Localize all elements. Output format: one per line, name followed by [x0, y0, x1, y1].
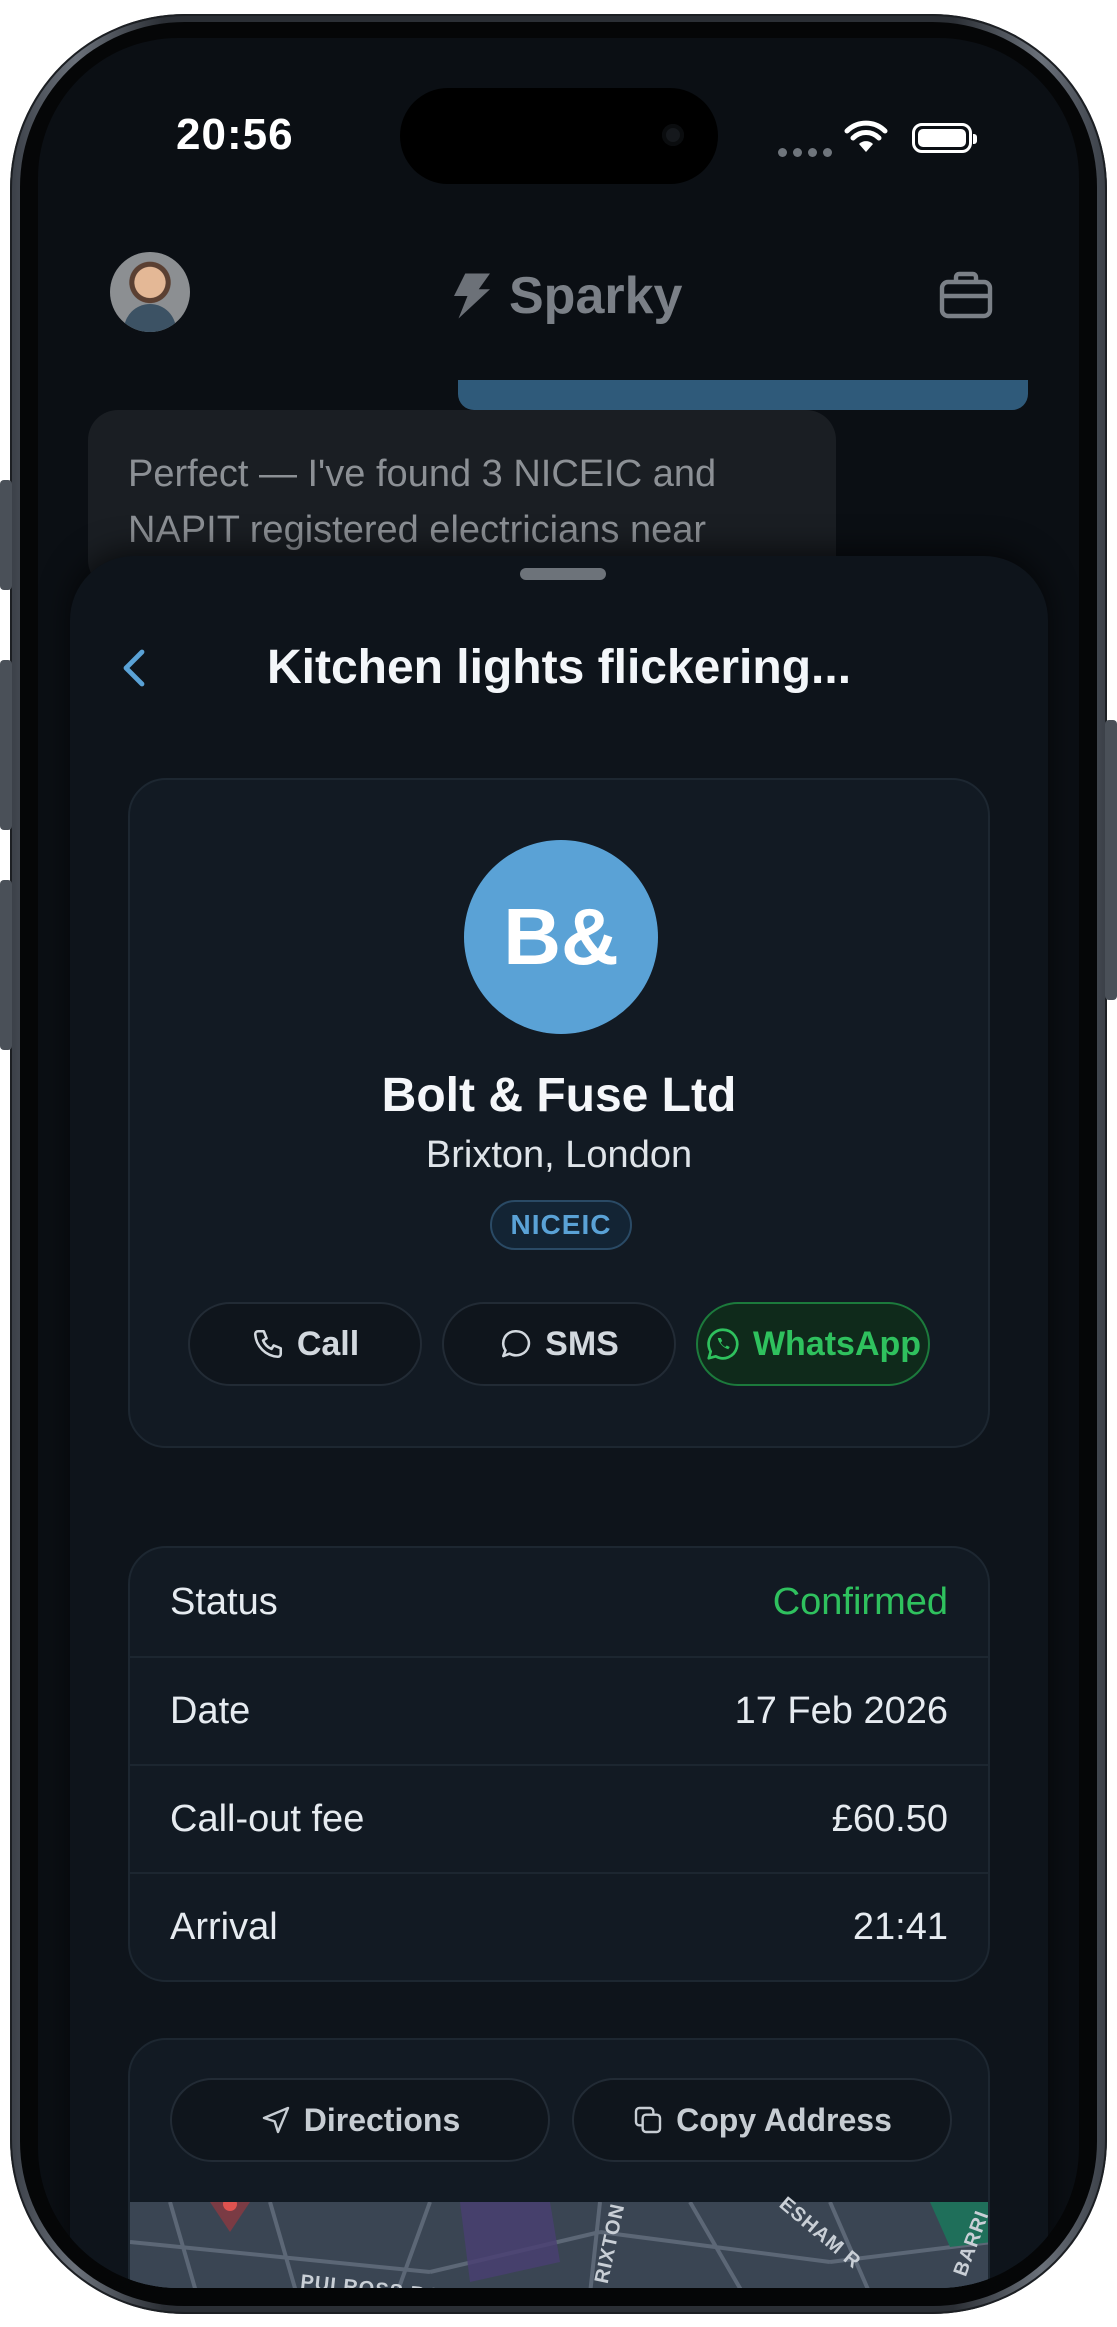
- briefcase-icon[interactable]: [938, 270, 994, 320]
- booking-sheet: Kitchen lights flickering... B& Bolt & F…: [70, 556, 1048, 2288]
- power-button: [1105, 720, 1117, 1000]
- booking-details-card: Status Confirmed Date 17 Feb 2026 Call-o…: [128, 1546, 990, 1982]
- copy-address-button-label: Copy Address: [676, 2101, 892, 2138]
- sms-button[interactable]: SMS: [442, 1302, 676, 1386]
- detail-label: Date: [170, 1689, 251, 1732]
- volume-up-button: [0, 660, 12, 830]
- battery-icon: [912, 123, 977, 153]
- sheet-title: Kitchen lights flickering...: [266, 641, 852, 694]
- brand-name: Sparky: [509, 267, 683, 325]
- call-button-label: Call: [296, 1324, 360, 1363]
- map-roads: [130, 2202, 988, 2288]
- chat-bubble-icon: [502, 1329, 531, 1358]
- detail-label: Call-out fee: [170, 1797, 365, 1840]
- whatsapp-button-label: WhatsApp: [752, 1324, 922, 1363]
- copy-address-button[interactable]: Copy Address: [572, 2078, 952, 2162]
- dynamic-island: [400, 88, 718, 184]
- brand-header: Sparky: [445, 266, 682, 326]
- detail-row-arrival: Arrival 21:41: [130, 1872, 988, 1980]
- certification-badge: NICEIC: [490, 1200, 632, 1250]
- detail-label: Status: [170, 1580, 278, 1623]
- location-map[interactable]: PULROSS ROAD RIXTON ESHAM R BARRI: [130, 2193, 988, 2288]
- user-message-bubble: [458, 380, 1028, 410]
- volume-down-button: [0, 880, 12, 1050]
- detail-row-fee: Call-out fee £60.50: [130, 1764, 988, 1872]
- detail-row-status: Status Confirmed: [130, 1548, 988, 1656]
- detail-row-date: Date 17 Feb 2026: [130, 1656, 988, 1764]
- status-value: Confirmed: [772, 1580, 948, 1623]
- phone-icon: [253, 1329, 282, 1359]
- sms-button-label: SMS: [545, 1324, 619, 1363]
- whatsapp-icon: [707, 1328, 739, 1360]
- sheet-grabber[interactable]: [520, 568, 606, 580]
- action-button: [0, 480, 12, 590]
- fee-value: £60.50: [831, 1797, 948, 1840]
- bolt-icon: [454, 273, 490, 319]
- location-card: Directions Copy Address PULROSS: [128, 2038, 990, 2288]
- cellular-signal-icon: [778, 148, 832, 157]
- date-value: 17 Feb 2026: [734, 1689, 948, 1732]
- navigation-arrow-icon: [262, 2106, 289, 2134]
- directions-button-label: Directions: [303, 2101, 461, 2138]
- detail-label: Arrival: [170, 1905, 278, 1948]
- status-time: 20:56: [176, 110, 294, 159]
- provider-location: Brixton, London: [425, 1134, 693, 1176]
- assistant-message-text: Perfect — I've found 3 NICEIC and NAPIT …: [128, 453, 717, 551]
- wifi-icon: [844, 120, 888, 152]
- provider-name: Bolt & Fuse Ltd: [381, 1069, 737, 1122]
- screen: Sparky Perfect — I've found 3 NICEIC and…: [38, 38, 1079, 2288]
- call-button[interactable]: Call: [188, 1302, 422, 1386]
- provider-initials-avatar: B&: [464, 840, 658, 1034]
- directions-button[interactable]: Directions: [170, 2078, 550, 2162]
- front-camera: [662, 124, 684, 146]
- avatar[interactable]: [110, 252, 190, 332]
- whatsapp-button[interactable]: WhatsApp: [696, 1302, 930, 1386]
- provider-card: B& Bolt & Fuse Ltd Brixton, London NICEI…: [128, 778, 990, 1448]
- arrival-value: 21:41: [852, 1905, 948, 1948]
- copy-icon: [634, 2106, 662, 2134]
